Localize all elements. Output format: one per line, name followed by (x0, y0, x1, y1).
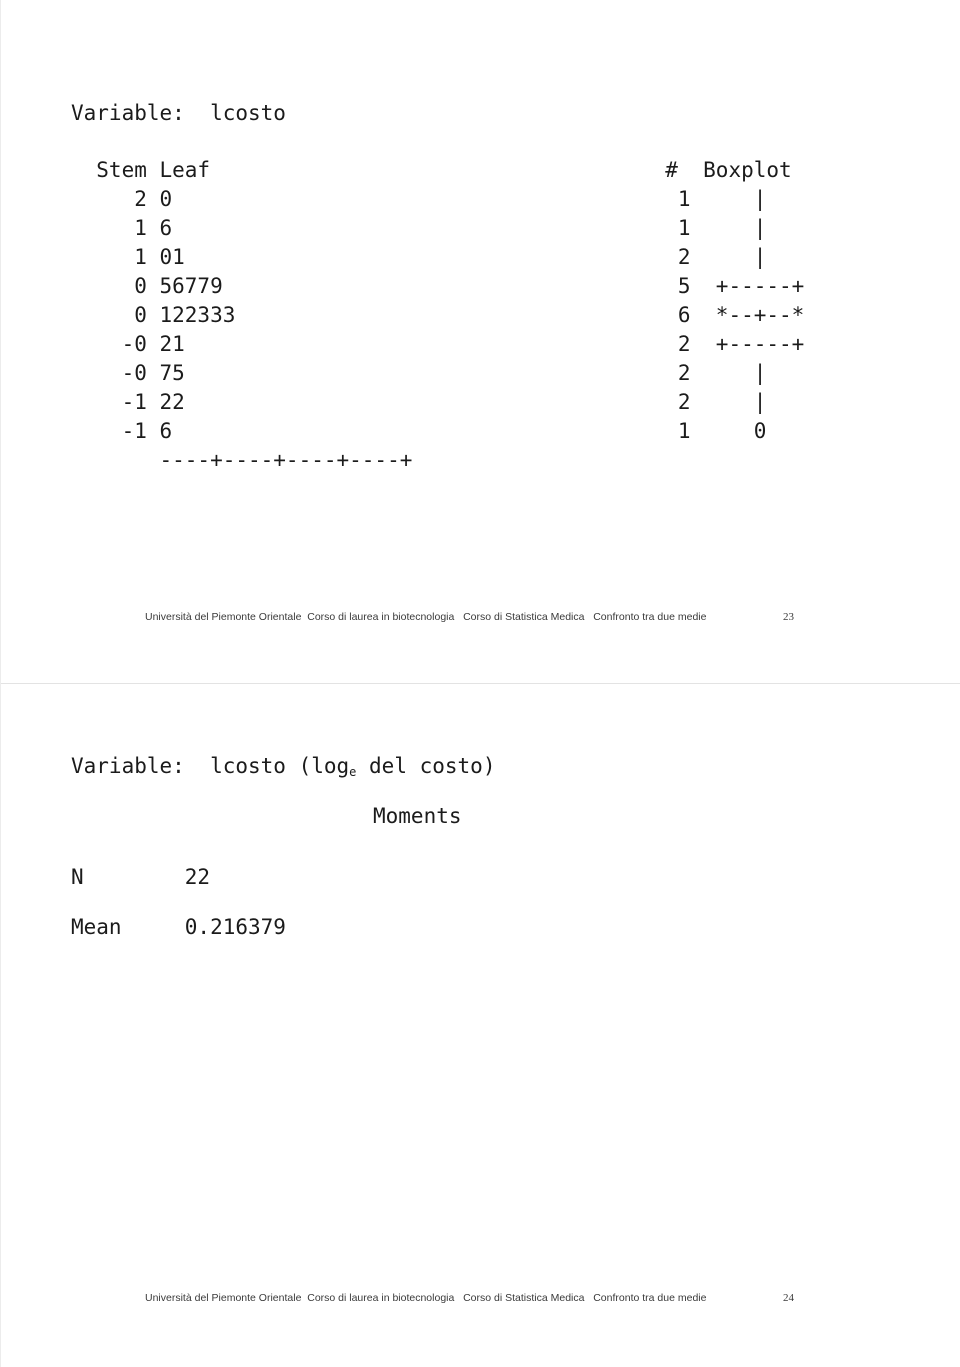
slide-2-footer: Università del Piemonte Orientale Corso … (1, 1290, 960, 1310)
slide-2-variable-title: Variable: lcosto (loge del costo) (71, 752, 495, 781)
footer-page-number: 24 (783, 1292, 794, 1304)
slide-2-title-subscript: e (349, 765, 357, 779)
moments-stats-table: N 22 Mean 0.216379 (71, 865, 286, 939)
slide-1-variable-title: Variable: lcosto (71, 101, 286, 125)
slide-moments: Variable: lcosto (loge del costo) Moment… (1, 684, 960, 1367)
stem-and-leaf-plot: Stem Leaf # Boxplot 2 0 1 | 1 6 1 | 1 01 (96, 158, 805, 472)
footer-course-info: Università del Piemonte Orientale Corso … (145, 611, 707, 623)
document-page: Variable: lcosto Stem Leaf # Boxplot 2 0… (0, 0, 960, 1367)
footer-page-number: 23 (783, 611, 794, 623)
slide-stem-and-leaf: Variable: lcosto Stem Leaf # Boxplot 2 0… (1, 0, 960, 684)
slide-2-title-prefix: Variable: lcosto (log (71, 754, 350, 778)
slide-1-footer: Università del Piemonte Orientale Corso … (1, 609, 960, 629)
moments-heading: Moments (373, 804, 462, 828)
slide-2-title-suffix: del costo) (356, 754, 496, 778)
footer-course-info: Università del Piemonte Orientale Corso … (145, 1292, 707, 1304)
